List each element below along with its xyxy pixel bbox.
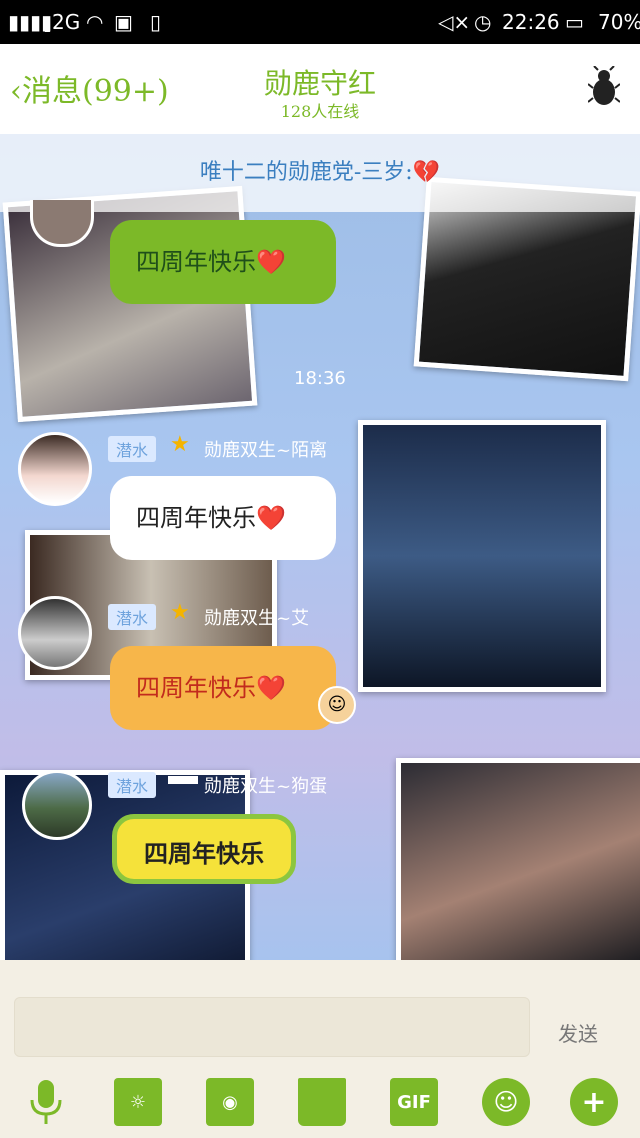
camera-icon: ◉ — [222, 1091, 238, 1113]
gif-icon: GIF — [397, 1091, 431, 1113]
sim-slot: 2 — [44, 22, 51, 35]
sender-name[interactable]: 勋鹿双生~艾 — [204, 604, 309, 630]
level-badge — [168, 776, 198, 784]
message-bubble[interactable]: 四周年快乐❤️ — [110, 220, 336, 304]
microphone-icon — [30, 1080, 62, 1124]
gallery-button[interactable]: ☼ — [114, 1078, 162, 1126]
network-type: 2G — [52, 10, 81, 34]
avatar[interactable] — [22, 770, 92, 840]
plus-icon: + — [581, 1084, 607, 1120]
battery-icon: ▭ — [565, 10, 584, 34]
camera-button[interactable]: ◉ — [206, 1078, 254, 1126]
status-bar: ▮▮▮▮ 2 2G ◠ ▣ ▯ ◁× ◷ 22:26 ▭ 70% — [0, 0, 640, 44]
voice-button[interactable] — [22, 1078, 70, 1126]
image-icon: ☼ — [129, 1091, 147, 1113]
image-icon: ▣ — [114, 10, 133, 34]
message-bubble[interactable]: 四周年快乐❤️ — [110, 476, 336, 560]
sender-name[interactable]: 勋鹿双生~陌离 — [204, 436, 327, 462]
message-bubble[interactable]: 四周年快乐❤️ — [110, 646, 336, 730]
sender-name[interactable]: 勋鹿双生~狗蛋 — [204, 772, 327, 798]
emoji-button[interactable]: ☺ — [482, 1078, 530, 1126]
wifi-icon: ◠ — [86, 10, 104, 34]
mute-icon: ◁× — [438, 10, 471, 34]
member-level-tag: 潜水 — [108, 604, 157, 630]
member-level-tag: 潜水 — [108, 436, 157, 462]
avatar[interactable] — [18, 432, 92, 506]
message-timestamp: 18:36 — [294, 368, 346, 389]
battery-small-icon: ▯ — [150, 10, 162, 34]
more-button[interactable]: + — [570, 1078, 618, 1126]
group-menu-button[interactable] — [587, 65, 621, 112]
page-title: 勋鹿守红 — [263, 67, 376, 100]
background-photo — [396, 758, 640, 960]
group-announcement[interactable]: 唯十二的勋鹿党-三岁:💔 — [0, 134, 640, 212]
message-bubble[interactable]: 四周年快乐 — [112, 814, 296, 884]
star-icon: ★ — [170, 432, 190, 457]
beetle-icon — [587, 65, 621, 105]
send-button[interactable]: 发送 — [558, 1018, 598, 1047]
online-count: 128人在线 — [280, 102, 360, 121]
battery-percent: 70% — [598, 10, 640, 34]
gif-button[interactable]: GIF — [390, 1078, 438, 1126]
avatar[interactable] — [18, 596, 92, 670]
alarm-icon: ◷ — [474, 10, 492, 34]
clock-time: 22:26 — [502, 10, 560, 34]
member-level-tag: 潜水 — [108, 772, 157, 798]
sticker-icon: ☺ — [318, 686, 356, 724]
background-photo — [358, 420, 606, 692]
message-input[interactable] — [14, 997, 530, 1057]
smiley-icon: ☺ — [493, 1088, 519, 1116]
star-icon: ★ — [170, 600, 190, 625]
red-packet-button[interactable] — [298, 1078, 346, 1126]
